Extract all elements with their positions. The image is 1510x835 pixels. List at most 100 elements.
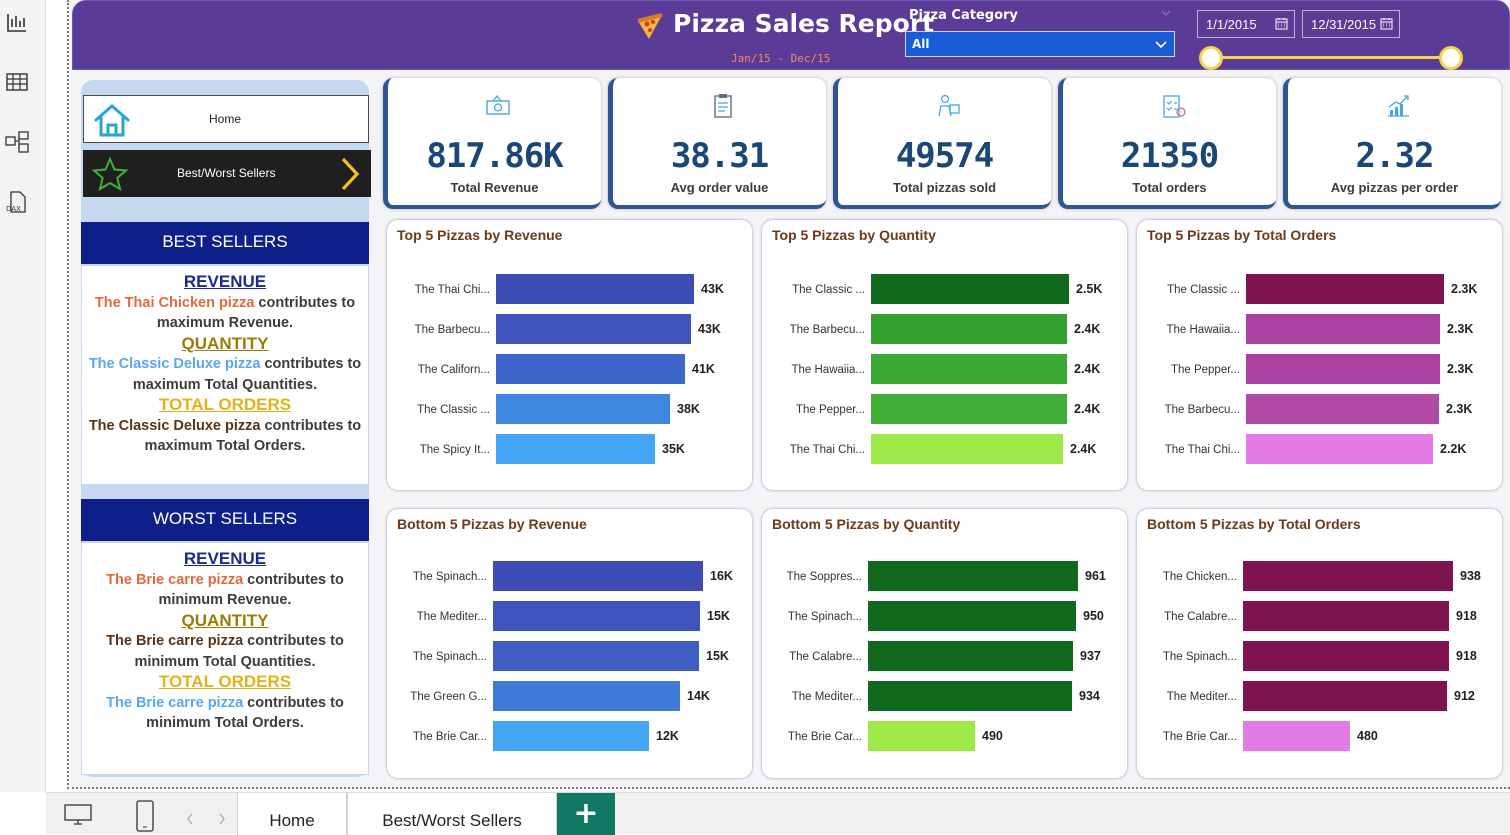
end-date-value: 12/31/2015 [1311, 17, 1377, 32]
bar[interactable] [1246, 394, 1439, 424]
table-view-icon[interactable] [5, 70, 29, 94]
end-date-input[interactable]: 12/31/2015 [1302, 10, 1400, 38]
bar[interactable] [1246, 354, 1440, 384]
bar[interactable] [868, 681, 1072, 711]
category-dropdown[interactable]: All [905, 31, 1175, 57]
category-label: The Hawaiia... [1166, 324, 1240, 336]
tab-best-worst-label: Best/Worst Sellers [382, 811, 522, 830]
kpi-label: Avg order value [670, 180, 769, 195]
data-label: 490 [982, 729, 1003, 743]
tab-best-worst-sellers[interactable]: Best/Worst Sellers [347, 793, 557, 835]
bar[interactable] [1243, 681, 1447, 711]
calendar-icon[interactable] [1275, 17, 1288, 30]
best-orders-pizza: The Classic Deluxe pizza [88, 417, 261, 434]
category-label: The Hawaiia... [791, 364, 865, 376]
bar[interactable] [496, 434, 655, 464]
kpi-label: Total pizzas sold [892, 180, 997, 195]
bar[interactable] [1246, 274, 1444, 304]
category-label: The Barbecu... [415, 324, 490, 336]
date-slider-start-handle[interactable] [1199, 46, 1223, 70]
dax-query-icon[interactable]: DAX [5, 190, 29, 214]
model-view-icon[interactable] [5, 130, 29, 154]
bar[interactable] [1246, 434, 1433, 464]
data-label: 918 [1456, 649, 1477, 663]
kpi-card-avg-pizzas-per-order: 2.32 Avg pizzas per order [1283, 78, 1501, 209]
data-label: 2.4K [1074, 362, 1100, 376]
bar[interactable] [1243, 561, 1453, 591]
category-label: The Classic ... [417, 404, 490, 416]
chart-top5-quantity[interactable]: Top 5 Pizzas by Quantity The Classic ...… [761, 219, 1128, 491]
calendar-icon[interactable] [1380, 17, 1393, 30]
bar[interactable] [496, 274, 694, 304]
home-nav-button[interactable]: Home [83, 95, 369, 143]
report-title: Pizza Sales Report [673, 9, 935, 38]
bar-chart-svg: The Chicken... 938 The Calabre... 918 The Sp… [1163, 561, 1481, 751]
bar[interactable] [496, 394, 670, 424]
bar[interactable] [1243, 641, 1449, 671]
data-label: 14K [687, 689, 710, 703]
bar[interactable] [493, 601, 700, 631]
bar[interactable] [1246, 314, 1440, 344]
kpi-value: 2.32 [1355, 136, 1435, 176]
bar[interactable] [871, 314, 1067, 344]
tab-home[interactable]: Home [237, 793, 347, 835]
bar[interactable] [1243, 721, 1350, 751]
category-label: The Spinach... [788, 611, 862, 623]
mobile-view-icon[interactable] [136, 800, 154, 832]
category-label: The Californ... [418, 364, 490, 376]
tab-home-label: Home [269, 811, 315, 830]
category-label: The Brie Car... [788, 731, 862, 743]
worst-quantity-pizza: The Brie carre pizza [106, 633, 244, 649]
data-label: 2.3K [1447, 362, 1473, 376]
bar[interactable] [493, 681, 680, 711]
pizza-icon [637, 13, 663, 39]
report-view-icon[interactable] [5, 10, 29, 34]
date-slider-end-handle[interactable] [1439, 46, 1463, 70]
kpi-value: 38.31 [670, 136, 769, 176]
data-label: 41K [692, 362, 715, 376]
add-page-button[interactable]: + [557, 793, 615, 835]
bar[interactable] [871, 434, 1063, 464]
start-date-input[interactable]: 1/1/2015 [1197, 10, 1295, 38]
best-sellers-summary: REVENUE The Thai Chicken pizza contribut… [81, 265, 369, 485]
chart-bottom5-orders[interactable]: Bottom 5 Pizzas by Total Orders The Chic… [1136, 508, 1503, 779]
kpi-value: 49574 [895, 136, 994, 176]
home-icon [94, 104, 130, 137]
chevron-down-icon[interactable] [1161, 9, 1171, 17]
chevron-left-icon[interactable] [186, 813, 194, 825]
bar[interactable] [868, 641, 1073, 671]
kpi-label: Total orders [1132, 180, 1207, 195]
bar[interactable] [871, 274, 1069, 304]
best-revenue-heading: REVENUE [183, 272, 267, 291]
worst-orders-pizza: The Brie carre pizza [106, 694, 244, 711]
bar[interactable] [493, 561, 703, 591]
category-label: The Spinach... [413, 571, 487, 583]
bar[interactable] [496, 354, 685, 384]
desktop-view-icon[interactable] [64, 804, 92, 826]
chevron-right-icon[interactable] [218, 813, 226, 825]
chart-top5-orders[interactable]: Top 5 Pizzas by Total Orders The Classic… [1136, 219, 1503, 491]
bar[interactable] [496, 314, 691, 344]
data-label: 938 [1460, 569, 1481, 583]
worst-revenue-heading: REVENUE [183, 549, 267, 568]
best-revenue-text: The Thai Chicken pizza contributes to ma… [82, 293, 368, 334]
bar[interactable] [871, 354, 1067, 384]
delivery-icon [938, 94, 960, 117]
bar[interactable] [1243, 601, 1449, 631]
chart-bottom5-quantity[interactable]: Bottom 5 Pizzas by Quantity The Soppres.… [761, 508, 1128, 779]
bar[interactable] [871, 394, 1067, 424]
bar[interactable] [868, 721, 975, 751]
report-canvas: Pizza Sales Report Jan/15 - Dec/15 Pizza… [67, 0, 1510, 789]
best-worst-nav-button[interactable]: Best/Worst Sellers [83, 150, 371, 197]
bar[interactable] [868, 561, 1078, 591]
bar[interactable] [868, 601, 1076, 631]
date-range-slider[interactable] [1213, 56, 1453, 59]
data-label: 16K [710, 569, 733, 583]
category-label: The Brie Car... [413, 731, 487, 743]
data-label: 43K [698, 322, 721, 336]
chart-top5-revenue[interactable]: Top 5 Pizzas by Revenue The Thai Chi... 4… [386, 219, 753, 491]
chart-bottom5-revenue[interactable]: Bottom 5 Pizzas by Revenue The Spinach..… [386, 508, 753, 779]
best-quantity-heading: QUANTITY [181, 333, 269, 353]
bar[interactable] [493, 721, 649, 751]
bar[interactable] [493, 641, 699, 671]
